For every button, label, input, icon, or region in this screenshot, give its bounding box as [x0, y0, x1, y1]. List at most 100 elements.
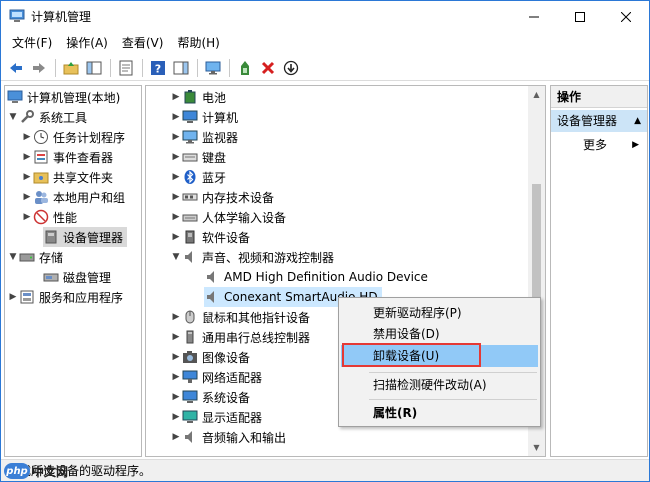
expand-arrow-icon[interactable]: ▶: [170, 127, 182, 147]
tree-item-storage[interactable]: ▼ 存储: [7, 247, 63, 267]
menu-file[interactable]: 文件(F): [5, 33, 59, 53]
tree-item-event-viewer[interactable]: ▶ 事件查看器: [21, 147, 113, 167]
device-category-monitors[interactable]: ▶ 监视器: [170, 127, 238, 147]
maximize-button[interactable]: [557, 1, 603, 32]
show-hide-action-pane-button[interactable]: [170, 57, 192, 79]
expand-arrow-icon[interactable]: ▶: [170, 207, 182, 227]
task-scheduler-icon: [33, 129, 49, 145]
up-level-button[interactable]: [60, 57, 82, 79]
collapse-arrow-icon[interactable]: ▼: [7, 107, 19, 127]
scroll-down-arrow-icon[interactable]: ▼: [528, 439, 545, 456]
collapse-triangle-icon[interactable]: ▲: [634, 110, 641, 132]
tree-label: 本地用户和组: [53, 190, 126, 205]
expand-arrow-icon[interactable]: ▶: [170, 427, 182, 447]
device-category-keyboards[interactable]: ▶ 键盘: [170, 147, 226, 167]
device-category-sound-video-game[interactable]: ▼ 声音、视频和游戏控制器: [170, 247, 334, 267]
show-hide-tree-button[interactable]: [83, 57, 105, 79]
context-menu-disable-device[interactable]: 禁用设备(D): [341, 323, 538, 345]
expand-arrow-icon[interactable]: ▶: [170, 407, 182, 427]
storage-icon: [19, 249, 35, 265]
tree-item-performance[interactable]: ▶ 性能: [21, 207, 77, 227]
maximize-icon: [575, 11, 585, 22]
expand-arrow-icon[interactable]: ▶: [170, 227, 182, 247]
context-menu-scan-hardware[interactable]: 扫描检测硬件改动(A): [341, 374, 538, 396]
device-category-computer[interactable]: ▶ 计算机: [170, 107, 238, 127]
hid-icon: [182, 209, 198, 225]
expand-arrow-icon[interactable]: ▶: [170, 367, 182, 387]
device-category-network-adapters[interactable]: ▶ 网络适配器: [170, 367, 262, 387]
tree-item-services-applications[interactable]: ▶ 服务和应用程序: [7, 287, 123, 307]
show-hide-action-icon: [173, 61, 189, 74]
update-driver-button[interactable]: [234, 57, 256, 79]
device-label: 鼠标和其他指针设备: [202, 310, 311, 325]
tree-item-task-scheduler[interactable]: ▶ 任务计划程序: [21, 127, 125, 147]
device-category-mice[interactable]: ▶ 鼠标和其他指针设备: [170, 307, 310, 327]
expand-arrow-icon[interactable]: ▶: [170, 327, 182, 347]
expand-arrow-icon[interactable]: ▶: [21, 167, 33, 187]
back-button[interactable]: [5, 57, 27, 79]
expand-arrow-icon[interactable]: ▶: [21, 187, 33, 207]
device-category-memory-technology[interactable]: ▶ 内存技术设备: [170, 187, 274, 207]
display-adapter-icon: [182, 409, 198, 425]
collapse-arrow-icon[interactable]: ▼: [7, 247, 19, 267]
speaker-icon: [204, 289, 220, 305]
tree-item-local-users[interactable]: ▶ 本地用户和组: [21, 187, 125, 207]
expand-arrow-icon[interactable]: ▶: [170, 147, 182, 167]
device-category-battery[interactable]: ▶ 电池: [170, 87, 226, 107]
context-menu-update-driver[interactable]: 更新驱动程序(P): [341, 302, 538, 324]
actions-section-device-manager[interactable]: 设备管理器 ▲: [551, 110, 647, 132]
device-label: 内存技术设备: [202, 190, 275, 205]
device-category-usb-controllers[interactable]: ▶ 通用串行总线控制器: [170, 327, 310, 347]
folder-up-icon: [63, 61, 79, 74]
network-adapter-icon: [182, 369, 198, 385]
device-category-display-adapters[interactable]: ▶ 显示适配器: [170, 407, 262, 427]
forward-button[interactable]: [28, 57, 50, 79]
device-label: 电池: [202, 90, 227, 105]
expand-arrow-icon[interactable]: ▶: [7, 287, 19, 307]
services-icon: [19, 289, 35, 305]
scroll-up-arrow-icon[interactable]: ▲: [528, 86, 545, 103]
device-label: 系统设备: [202, 390, 251, 405]
php-logo-icon: php: [4, 463, 30, 479]
collapse-arrow-icon[interactable]: ▼: [170, 247, 182, 267]
expand-arrow-icon[interactable]: ▶: [170, 187, 182, 207]
tree-item-computer-management[interactable]: 计算机管理(本地): [7, 87, 120, 107]
device-category-system-devices[interactable]: ▶ 系统设备: [170, 387, 250, 407]
enable-device-button[interactable]: [280, 57, 302, 79]
expand-arrow-icon[interactable]: ▶: [170, 307, 182, 327]
help-button[interactable]: ?: [147, 57, 169, 79]
minimize-button[interactable]: [511, 1, 557, 32]
expand-arrow-icon[interactable]: ▶: [21, 147, 33, 167]
menu-view[interactable]: 查看(V): [115, 33, 171, 53]
device-category-human-interface[interactable]: ▶ 人体学输入设备: [170, 207, 286, 227]
device-category-imaging[interactable]: ▶ 图像设备: [170, 347, 250, 367]
device-label: 图像设备: [202, 350, 251, 365]
expand-arrow-icon[interactable]: ▶: [170, 87, 182, 107]
close-button[interactable]: [603, 1, 649, 32]
watermark: php 中文网: [4, 462, 68, 480]
monitor-button[interactable]: [202, 57, 224, 79]
tree-item-disk-management[interactable]: 磁盘管理: [43, 267, 111, 287]
toolbar: ?: [1, 55, 649, 81]
properties-button[interactable]: [115, 57, 137, 79]
expand-arrow-icon[interactable]: ▶: [21, 207, 33, 227]
actions-more[interactable]: 更多 ▶: [551, 134, 647, 156]
device-category-audio-inputs-outputs[interactable]: ▶ 音频输入和输出: [170, 427, 286, 447]
expand-arrow-icon[interactable]: ▶: [170, 387, 182, 407]
menu-action[interactable]: 操作(A): [59, 33, 115, 53]
device-category-software-devices[interactable]: ▶ 软件设备: [170, 227, 250, 247]
svg-text:?: ?: [155, 62, 161, 75]
tree-item-system-tools[interactable]: ▼ 系统工具: [7, 107, 87, 127]
device-amd-hd-audio[interactable]: AMD High Definition Audio Device: [204, 267, 428, 287]
uninstall-button[interactable]: [257, 57, 279, 79]
expand-arrow-icon[interactable]: ▶: [170, 107, 182, 127]
tree-item-device-manager[interactable]: 设备管理器: [43, 227, 128, 247]
expand-arrow-icon[interactable]: ▶: [21, 127, 33, 147]
tree-label: 存储: [39, 250, 64, 265]
expand-arrow-icon[interactable]: ▶: [170, 167, 182, 187]
menu-help[interactable]: 帮助(H): [170, 33, 226, 53]
tree-item-shared-folders[interactable]: ▶ 共享文件夹: [21, 167, 113, 187]
device-category-bluetooth[interactable]: ▶ 蓝牙: [170, 167, 226, 187]
context-menu-properties[interactable]: 属性(R): [341, 402, 538, 424]
expand-arrow-icon[interactable]: ▶: [170, 347, 182, 367]
